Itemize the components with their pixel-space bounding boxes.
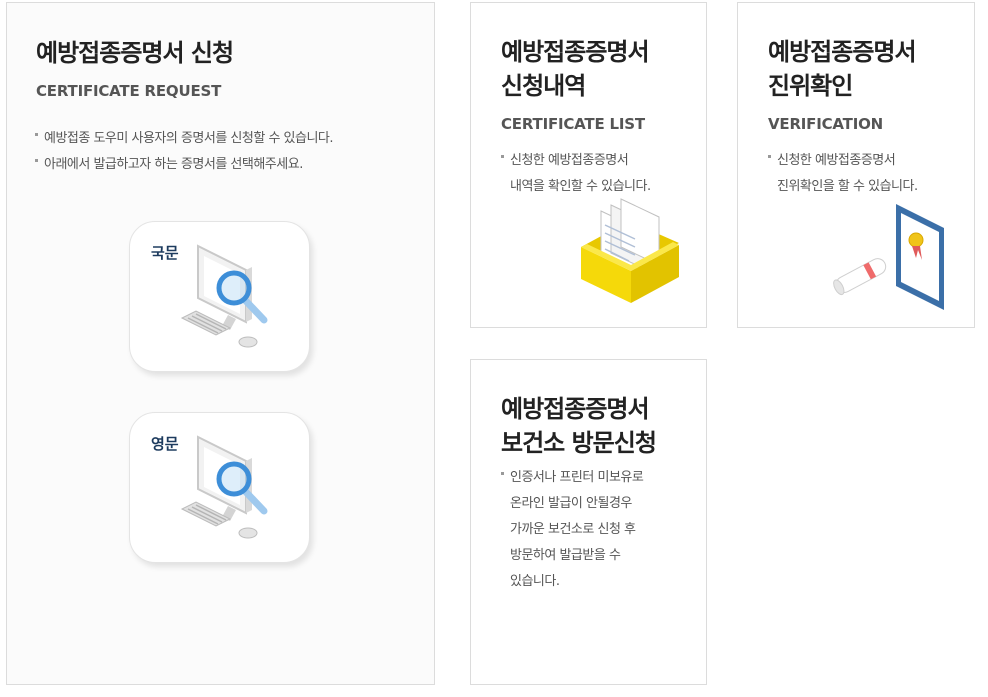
request-description: 예방접종 도우미 사용자의 증명서를 신청할 수 있습니다. 아래에서 발급하고… [34, 126, 424, 178]
visit-bullet-line: 인증서나 프린터 미보유로 [510, 470, 644, 485]
list-bullet: 신청한 예방접종증명서 내역을 확인할 수 있습니다. [500, 148, 700, 200]
verification-title-line1: 예방접종증명서 [768, 38, 917, 66]
visit-bullet-line: 가까운 보건소로 신청 후 [510, 522, 636, 537]
request-subtitle: CERTIFICATE REQUEST [36, 82, 222, 100]
list-bullet-line2: 내역을 확인할 수 있습니다. [510, 179, 651, 194]
certificate-list-panel[interactable]: 예방접종증명서 신청내역 CERTIFICATE LIST 신청한 예방접종증명… [470, 2, 707, 328]
english-certificate-button[interactable]: 영문 [129, 412, 310, 563]
visit-bullet: 인증서나 프린터 미보유로 온라인 발급이 안될경우 가까운 보건소로 신청 후… [500, 465, 700, 595]
korean-certificate-button[interactable]: 국문 [129, 221, 310, 372]
verification-subtitle: VERIFICATION [768, 115, 883, 133]
visit-title: 예방접종증명서 보건소 방문신청 [501, 392, 701, 460]
verification-title: 예방접종증명서 진위확인 [768, 35, 968, 103]
request-bullet: 아래에서 발급하고자 하는 증명서를 선택해주세요. [34, 152, 424, 178]
verification-title-line2: 진위확인 [768, 72, 853, 100]
verification-bullet-line1: 신청한 예방접종증명서 [777, 153, 896, 168]
verification-bullet: 신청한 예방접종증명서 진위확인을 할 수 있습니다. [767, 148, 967, 200]
certificate-request-panel: 예방접종증명서 신청 CERTIFICATE REQUEST 예방접종 도우미 … [6, 2, 435, 685]
visit-bullet-line: 방문하여 발급받을 수 [510, 548, 621, 563]
list-description: 신청한 예방접종증명서 내역을 확인할 수 있습니다. [500, 148, 700, 200]
verification-bullet-line2: 진위확인을 할 수 있습니다. [777, 179, 918, 194]
certificate-frame-icon [833, 204, 944, 310]
verification-description: 신청한 예방접종증명서 진위확인을 할 수 있습니다. [767, 148, 967, 200]
visit-description: 인증서나 프린터 미보유로 온라인 발급이 안될경우 가까운 보건소로 신청 후… [500, 465, 700, 595]
visit-bullet-line: 온라인 발급이 안될경우 [510, 496, 632, 511]
visit-request-panel[interactable]: 예방접종증명서 보건소 방문신청 인증서나 프린터 미보유로 온라인 발급이 안… [470, 359, 707, 685]
list-title-line2: 신청내역 [501, 72, 586, 100]
request-title: 예방접종증명서 신청 [36, 39, 234, 67]
computer-search-icon [180, 244, 268, 348]
visit-title-line1: 예방접종증명서 [501, 395, 650, 423]
list-bullet-line1: 신청한 예방접종증명서 [510, 153, 629, 168]
visit-title-line2: 보건소 방문신청 [501, 429, 657, 457]
visit-bullet-line: 있습니다. [510, 574, 560, 589]
list-title-line1: 예방접종증명서 [501, 38, 650, 66]
document-box-icon [581, 198, 679, 303]
list-subtitle: CERTIFICATE LIST [501, 115, 645, 133]
list-title: 예방접종증명서 신청내역 [501, 35, 701, 103]
computer-search-icon [180, 435, 268, 539]
request-bullet: 예방접종 도우미 사용자의 증명서를 신청할 수 있습니다. [34, 126, 424, 152]
verification-panel[interactable]: 예방접종증명서 진위확인 VERIFICATION 신청한 예방접종증명서 진위… [737, 2, 975, 328]
